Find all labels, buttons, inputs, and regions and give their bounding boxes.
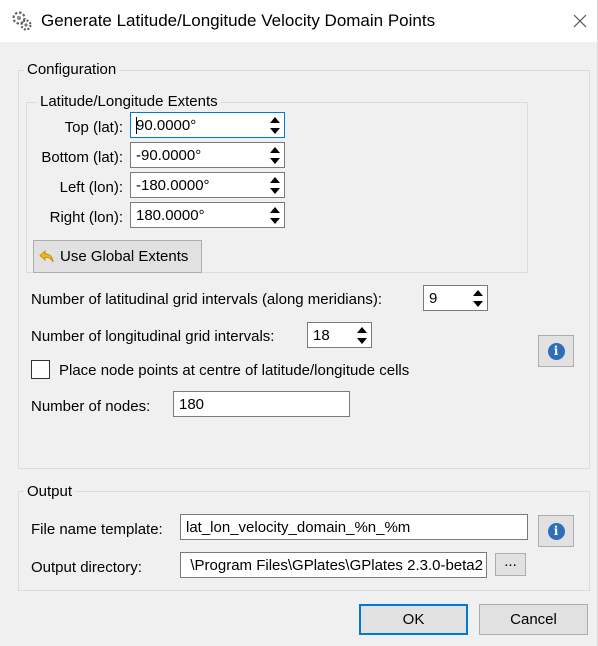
arrow-down-icon xyxy=(270,217,280,224)
bottom-lat-label: Bottom (lat): xyxy=(41,149,123,166)
bottom-lat-spinbox[interactable]: -90.0000° xyxy=(130,142,285,168)
lat-intervals-spinbox[interactable]: 9 xyxy=(423,285,488,311)
cancel-button[interactable]: Cancel xyxy=(479,604,588,635)
arrow-up-icon xyxy=(473,289,483,296)
browse-label: ... xyxy=(504,553,517,570)
undo-arrow-icon xyxy=(39,249,54,262)
spin-down-button[interactable] xyxy=(267,215,283,226)
close-icon[interactable] xyxy=(566,8,594,34)
spin-down-button[interactable] xyxy=(354,335,370,346)
output-directory-value: \Program Files\GPlates\GPlates 2.3.0-bet… xyxy=(190,557,483,574)
cancel-label: Cancel xyxy=(510,611,557,628)
file-template-input[interactable]: lat_lon_velocity_domain_%n_%m xyxy=(180,514,528,540)
left-lon-value: -180.0000° xyxy=(136,177,210,194)
lon-intervals-spinbox[interactable]: 18 xyxy=(307,322,372,348)
window-title: Generate Latitude/Longitude Velocity Dom… xyxy=(41,11,436,30)
left-lon-label: Left (lon): xyxy=(59,179,123,196)
output-directory-label: Output directory: xyxy=(31,559,142,576)
info-icon: i xyxy=(547,342,565,360)
nodes-label: Number of nodes: xyxy=(31,398,151,415)
arrow-up-icon xyxy=(270,206,280,213)
lon-intervals-label: Number of longitudinal grid intervals: xyxy=(31,328,275,345)
centre-cells-label: Place node points at centre of latitude/… xyxy=(59,362,410,379)
lon-intervals-value: 18 xyxy=(313,327,330,344)
top-lat-value: 90.0000° xyxy=(136,117,197,134)
right-lon-spinbox[interactable]: 180.0000° xyxy=(130,202,285,228)
info-icon: i xyxy=(547,522,565,540)
spin-up-button[interactable] xyxy=(354,324,370,335)
left-lon-spinbox[interactable]: -180.0000° xyxy=(130,172,285,198)
spin-up-button[interactable] xyxy=(267,204,283,215)
bottom-lat-value: -90.0000° xyxy=(136,147,202,164)
arrow-up-icon xyxy=(270,116,280,123)
browse-directory-button[interactable]: ... xyxy=(495,553,526,576)
extents-group-title: Latitude/Longitude Extents xyxy=(37,93,221,110)
arrow-up-icon xyxy=(270,146,280,153)
config-info-button[interactable]: i xyxy=(538,335,574,367)
file-template-label: File name template: xyxy=(31,521,163,538)
lat-intervals-value: 9 xyxy=(429,290,438,307)
nodes-field: 180 xyxy=(173,391,350,417)
arrow-down-icon xyxy=(270,157,280,164)
gears-icon xyxy=(12,11,32,31)
arrow-up-icon xyxy=(357,326,367,333)
output-group-title: Output xyxy=(24,483,76,500)
use-global-extents-button[interactable]: Use Global Extents xyxy=(33,240,202,273)
nodes-value: 180 xyxy=(179,396,205,413)
spin-down-button[interactable] xyxy=(267,125,283,136)
centre-cells-checkbox[interactable] xyxy=(31,360,50,379)
arrow-up-icon xyxy=(270,176,280,183)
spin-up-button[interactable] xyxy=(470,287,486,298)
spin-down-button[interactable] xyxy=(267,185,283,196)
arrow-down-icon xyxy=(473,300,483,307)
spin-down-button[interactable] xyxy=(267,155,283,166)
lat-intervals-label: Number of latitudinal grid intervals (al… xyxy=(31,291,382,308)
right-lon-value: 180.0000° xyxy=(136,207,205,224)
arrow-down-icon xyxy=(270,127,280,134)
spin-up-button[interactable] xyxy=(267,174,283,185)
spin-up-button[interactable] xyxy=(267,114,283,125)
text-caret xyxy=(136,117,137,134)
spin-up-button[interactable] xyxy=(267,144,283,155)
arrow-down-icon xyxy=(270,187,280,194)
title-bar: Generate Latitude/Longitude Velocity Dom… xyxy=(0,0,598,42)
output-directory-input[interactable]: \Program Files\GPlates\GPlates 2.3.0-bet… xyxy=(180,552,487,578)
spin-down-button[interactable] xyxy=(470,298,486,309)
file-template-value: lat_lon_velocity_domain_%n_%m xyxy=(186,519,411,536)
configuration-group-title: Configuration xyxy=(24,61,120,78)
arrow-down-icon xyxy=(357,337,367,344)
use-global-extents-label: Use Global Extents xyxy=(60,248,189,265)
top-lat-label: Top (lat): xyxy=(64,119,123,136)
ok-button[interactable]: OK xyxy=(359,604,468,635)
top-lat-spinbox[interactable]: 90.0000° xyxy=(130,112,285,138)
right-lon-label: Right (lon): xyxy=(49,209,123,226)
output-info-button[interactable]: i xyxy=(538,515,574,547)
ok-label: OK xyxy=(402,611,425,628)
